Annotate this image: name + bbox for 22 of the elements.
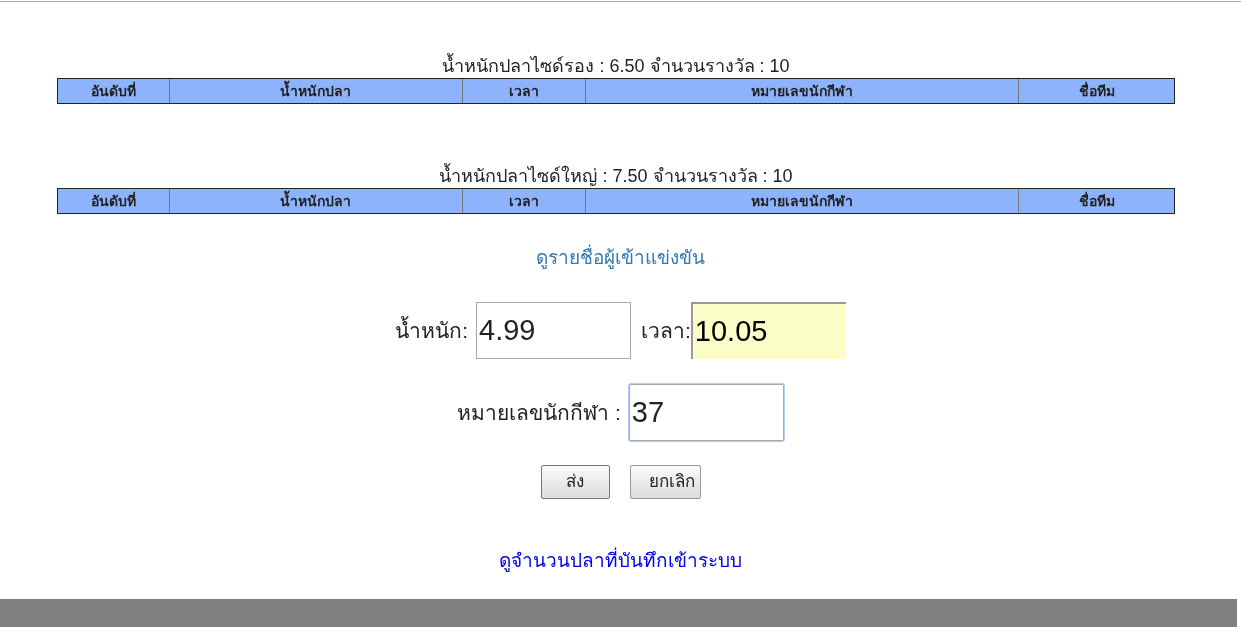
submit-button[interactable]: ส่ง [540, 465, 610, 499]
column-header: หมายเลขนักกีฬา [584, 79, 1019, 103]
table-title: น้ำหนักปลาไซด์ใหญ่ : 7.50 จำนวนรางวัล : 10 [57, 164, 1175, 188]
input-field[interactable]: 10.05 [690, 302, 846, 359]
column-header: ชื่อทีม [1018, 189, 1174, 213]
column-header: อันดับที่ [89, 190, 137, 211]
cancel-button[interactable]: ยกเลิก [629, 465, 701, 499]
records-link[interactable]: ดูจำนวนปลาที่บันทึกเข้าระบบ [499, 547, 742, 575]
column-header: เวลา [461, 189, 585, 213]
column-header: หมายเลขนักกีฬา [584, 189, 1019, 213]
participants-link[interactable]: ดูรายชื่อผู้เข้าแข่งขัน [536, 244, 705, 272]
field-label: เวลา: [641, 317, 691, 344]
column-header: น้ำหนักปลา [168, 189, 462, 213]
column-header: น้ำหนักปลา [168, 79, 462, 103]
input-field[interactable]: 37 [628, 384, 784, 441]
table-title: น้ำหนักปลาไซด์รอง : 6.50 จำนวนรางวัล : 10 [57, 54, 1175, 78]
field-label: หมายเลขนักกีฬา : [457, 399, 621, 426]
field-label: น้ำหนัก: [395, 315, 468, 344]
column-header: อันดับที่ [89, 80, 137, 101]
column-header: ชื่อทีม [1018, 79, 1174, 103]
input-field[interactable]: 4.99 [476, 302, 631, 359]
column-header: เวลา [461, 79, 585, 103]
